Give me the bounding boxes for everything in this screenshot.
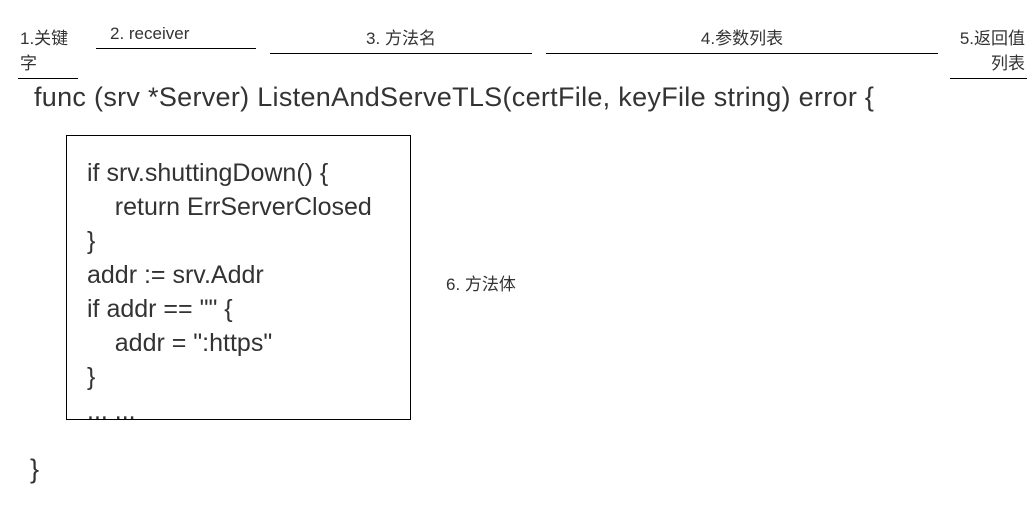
function-declaration: func (srv *Server) ListenAndServeTLS(cer… xyxy=(34,82,874,113)
label-method-body: 6. 方法体 xyxy=(446,270,516,295)
label-method-name: 3. 方法名 xyxy=(270,24,532,54)
label-keyword: 1.关键字 xyxy=(18,24,78,79)
label-param-list: 4.参数列表 xyxy=(546,24,938,54)
label-receiver: 2. receiver xyxy=(96,24,256,49)
annotation-labels-row: 1.关键字 2. receiver 3. 方法名 4.参数列表 5.返回值列表 xyxy=(0,24,1036,54)
label-return-list: 5.返回值列表 xyxy=(950,24,1027,79)
method-body-box: if srv.shuttingDown() { return ErrServer… xyxy=(66,135,411,420)
method-body-code: if srv.shuttingDown() { return ErrServer… xyxy=(87,156,398,428)
closing-brace: } xyxy=(30,454,39,485)
